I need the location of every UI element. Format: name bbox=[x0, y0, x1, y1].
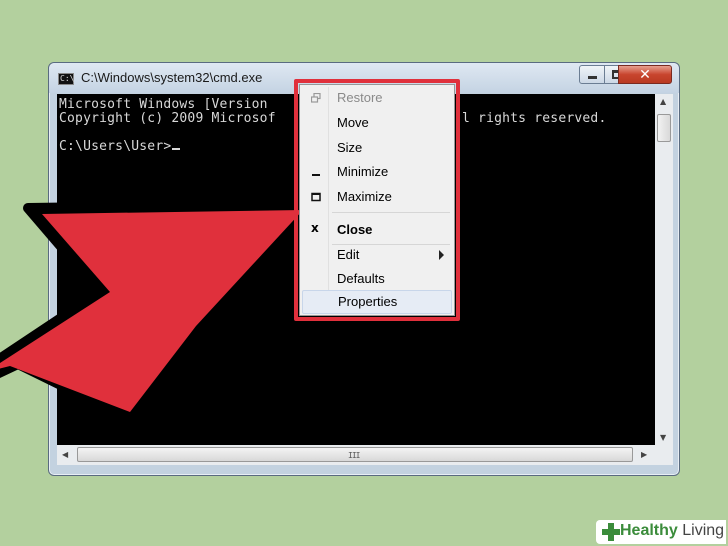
menu-item-close[interactable]: x Close bbox=[302, 218, 452, 242]
menu-item-label: Close bbox=[337, 222, 373, 237]
close-icon: ✕ bbox=[639, 66, 651, 83]
menu-item-label: Minimize bbox=[337, 164, 389, 179]
menu-item-properties[interactable]: Properties bbox=[302, 290, 452, 314]
cmd-window-icon[interactable]: C:\ bbox=[58, 73, 74, 85]
menu-item-label: Move bbox=[337, 115, 369, 130]
menu-item-label: Maximize bbox=[337, 189, 392, 204]
horizontal-scrollbar[interactable]: ◀ III ▶ bbox=[57, 445, 655, 465]
close-button[interactable]: ✕ bbox=[618, 65, 672, 84]
menu-item-size[interactable]: Size bbox=[302, 136, 452, 160]
system-context-menu: Restore Move Size Minimize Maximize x Cl… bbox=[299, 84, 455, 316]
menu-item-maximize[interactable]: Maximize bbox=[302, 185, 452, 209]
scroll-up-arrow-icon[interactable]: ▲ bbox=[660, 97, 666, 106]
menu-item-defaults[interactable]: Defaults bbox=[302, 267, 452, 291]
menu-item-minimize[interactable]: Minimize bbox=[302, 160, 452, 184]
menu-item-label: Edit bbox=[337, 247, 360, 262]
scroll-down-arrow-icon[interactable]: ▼ bbox=[660, 433, 666, 442]
minimize-icon bbox=[587, 76, 597, 79]
menu-separator bbox=[332, 212, 450, 213]
vertical-scrollbar[interactable]: ▲ ▼ bbox=[655, 94, 673, 445]
minimize-button[interactable] bbox=[579, 65, 605, 84]
console-line-version: Microsoft Windows [Version bbox=[59, 97, 268, 112]
menu-item-label: Size bbox=[337, 140, 363, 155]
menu-item-label: Properties bbox=[338, 294, 398, 309]
vertical-scroll-thumb[interactable] bbox=[657, 114, 671, 142]
menu-item-restore[interactable]: Restore bbox=[302, 86, 452, 110]
console-line-copyright: Copyright (c) 2009 Microsof bbox=[59, 111, 276, 126]
close-icon: x bbox=[311, 221, 319, 235]
maximize-icon bbox=[311, 192, 321, 202]
horizontal-scroll-thumb[interactable]: III bbox=[77, 447, 633, 462]
scroll-left-arrow-icon[interactable]: ◀ bbox=[62, 450, 68, 459]
prompt-text: C:\Users\User> bbox=[59, 139, 172, 154]
size-grip[interactable] bbox=[655, 445, 673, 465]
menu-item-edit[interactable]: Edit bbox=[302, 243, 452, 267]
restore-icon bbox=[311, 93, 321, 103]
console-prompt: C:\Users\User> bbox=[59, 139, 181, 154]
menu-item-move[interactable]: Move bbox=[302, 111, 452, 135]
logo-text: Healthy Living bbox=[620, 522, 725, 539]
minimize-icon bbox=[312, 174, 320, 176]
healthy-living-logo: Healthy Living bbox=[596, 520, 726, 544]
console-line-copyright-tail: l rights reserved. bbox=[462, 111, 607, 126]
window-title: C:\Windows\system32\cmd.exe bbox=[81, 70, 263, 85]
scroll-grip-icon: III bbox=[348, 451, 360, 460]
text-cursor bbox=[172, 148, 181, 150]
scroll-right-arrow-icon[interactable]: ▶ bbox=[641, 450, 647, 459]
menu-item-label: Restore bbox=[337, 90, 383, 105]
menu-item-label: Defaults bbox=[337, 271, 385, 286]
medical-cross-icon bbox=[602, 523, 620, 541]
submenu-arrow-icon bbox=[439, 250, 444, 260]
